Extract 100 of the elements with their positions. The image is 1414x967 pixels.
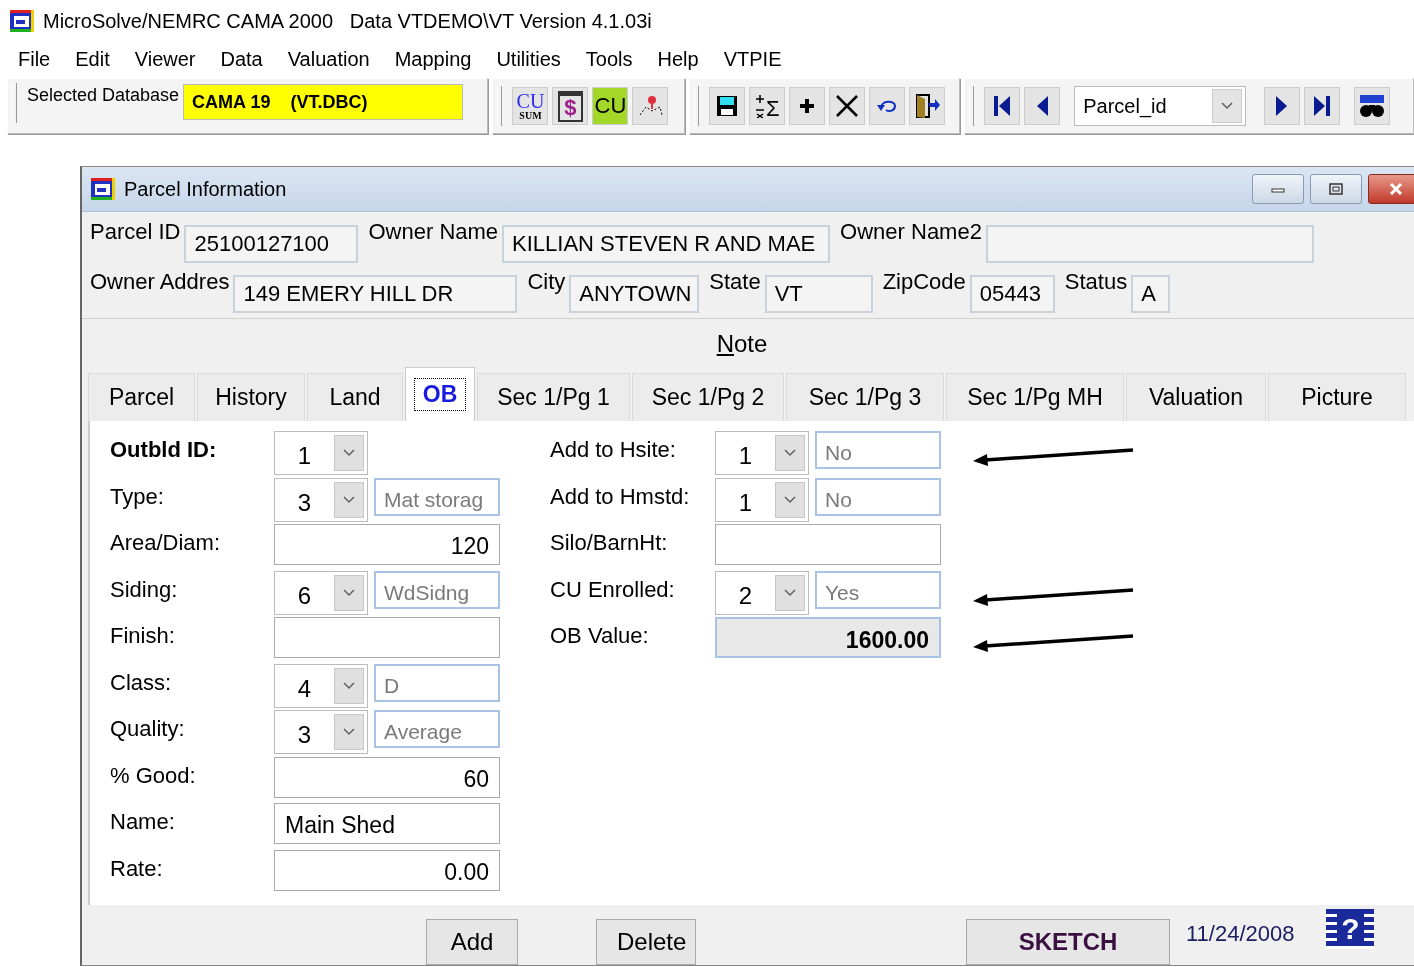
delete-button[interactable]: [828, 87, 865, 125]
chevron-down-icon: [342, 727, 356, 737]
menu-item[interactable]: Data: [220, 47, 263, 71]
chevron-down-icon: [342, 680, 356, 691]
help-button[interactable]: ?: [1326, 909, 1375, 949]
action-button[interactable]: Delete: [596, 919, 696, 965]
field-label: Area/Diam:: [110, 529, 222, 556]
field-label: Class:: [110, 668, 173, 696]
save-button[interactable]: [708, 87, 745, 125]
window-icon: [90, 177, 116, 201]
menu-item[interactable]: Tools: [585, 47, 633, 71]
menu-item[interactable]: Help: [657, 47, 699, 71]
tab[interactable]: Sec 1/Pg 2: [632, 373, 784, 421]
menu-item[interactable]: VTPIE: [723, 47, 782, 71]
text-field[interactable]: VT: [764, 275, 873, 313]
action-button[interactable]: Add: [426, 919, 518, 965]
dropdown-field[interactable]: 1: [715, 477, 809, 522]
field-label: Owner Name2: [840, 218, 982, 246]
dropdown-field[interactable]: 4: [274, 663, 368, 708]
database-label: Selected Database: [27, 85, 180, 106]
field-label: City: [527, 268, 566, 296]
cu-sum-button[interactable]: CU SUM: [512, 87, 549, 125]
undo-button[interactable]: [868, 87, 905, 125]
menu-item[interactable]: Edit: [75, 47, 110, 71]
menu-item[interactable]: Mapping: [394, 47, 472, 71]
text-field[interactable]: 149 EMERY HILL DR: [233, 275, 518, 313]
dropdown-field[interactable]: 1: [274, 431, 368, 475]
text-field[interactable]: 120: [274, 524, 500, 565]
text-field[interactable]: 25100127100: [184, 225, 359, 263]
dropdown-field[interactable]: 2: [715, 570, 809, 615]
sort-field-dropdown[interactable]: Parcel_id: [1074, 86, 1247, 126]
field-label: Quality:: [110, 715, 186, 742]
tab[interactable]: Picture: [1268, 373, 1406, 421]
dropdown-field[interactable]: 3: [274, 477, 368, 522]
description-field: WdSidng: [374, 570, 500, 609]
sum-button[interactable]: Σ: [748, 87, 785, 125]
map-button[interactable]: [632, 87, 669, 125]
note-button[interactable]: Note: [716, 330, 768, 358]
field-label: Owner Addres: [90, 268, 230, 296]
date-label: 11/24/2008: [1186, 921, 1295, 947]
field-label: Owner Name: [368, 218, 499, 246]
text-field[interactable]: 05443: [969, 275, 1055, 313]
tab[interactable]: Sec 1/Pg MH: [946, 373, 1124, 421]
text-field[interactable]: 0.00: [274, 849, 500, 891]
tab[interactable]: OB: [405, 367, 475, 421]
menu-item[interactable]: Viewer: [134, 47, 196, 71]
dropdown-field[interactable]: 1: [715, 431, 809, 475]
cu-button[interactable]: CU: [592, 87, 629, 125]
first-record-button[interactable]: [984, 87, 1021, 125]
dropdown-field[interactable]: 3: [274, 710, 368, 754]
text-field[interactable]: [985, 225, 1314, 263]
text-field[interactable]: KILLIAN STEVEN R AND MAE: [502, 225, 831, 263]
text-field[interactable]: ANYTOWN: [569, 275, 700, 313]
value-field: 1600.00: [715, 617, 941, 658]
menu-item[interactable]: Utilities: [496, 47, 561, 71]
text-field[interactable]: [715, 524, 941, 565]
description-field: Yes: [815, 570, 941, 609]
description-field: Mat storag: [374, 477, 500, 516]
text-field[interactable]: A: [1131, 275, 1171, 313]
sketch-button[interactable]: SKETCH: [966, 919, 1170, 965]
menu-item[interactable]: Valuation: [287, 47, 370, 71]
next-record-button[interactable]: [1264, 87, 1301, 125]
cross-icon: [833, 93, 860, 119]
chevron-down-icon: [783, 494, 797, 505]
field-label: Parcel ID: [90, 218, 181, 246]
chevron-down-icon: [342, 448, 356, 458]
tab[interactable]: Sec 1/Pg 3: [786, 373, 944, 421]
tab[interactable]: Valuation: [1126, 373, 1266, 421]
field-label: State: [709, 268, 761, 296]
text-field[interactable]: 60: [274, 756, 500, 798]
find-button[interactable]: [1354, 87, 1391, 125]
tab[interactable]: Parcel: [88, 373, 195, 421]
description-field: Average: [374, 710, 500, 748]
minimize-button[interactable]: [1252, 174, 1304, 204]
dollar-button[interactable]: $: [552, 87, 589, 125]
restore-button[interactable]: [1310, 174, 1362, 204]
app-icon: [9, 9, 35, 33]
text-field[interactable]: [274, 617, 500, 658]
chevron-down-icon: [342, 494, 356, 505]
exit-button[interactable]: [908, 87, 945, 125]
field-label: Status: [1064, 268, 1128, 296]
description-field: No: [815, 477, 941, 516]
menu-item[interactable]: File: [18, 47, 51, 71]
field-label: Rate:: [110, 854, 164, 882]
chevron-down-icon: [342, 587, 356, 598]
field-label: Outbld ID:: [110, 436, 218, 463]
description-field: D: [374, 663, 500, 702]
chevron-down-icon: [1220, 101, 1235, 111]
add-button[interactable]: [788, 87, 825, 125]
dropdown-field[interactable]: 6: [274, 570, 368, 615]
text-field[interactable]: Main Shed: [274, 803, 500, 844]
field-label: Silo/BarnHt:: [550, 529, 669, 556]
last-record-button[interactable]: [1304, 87, 1341, 125]
field-label: OB Value:: [550, 622, 650, 649]
tab[interactable]: Sec 1/Pg 1: [477, 373, 630, 421]
previous-record-button[interactable]: [1024, 87, 1061, 125]
app-title: MicroSolve/NEMRC CAMA 2000 Data VTDEMO\VT Version 4.1.03i: [43, 9, 652, 33]
tab[interactable]: Land: [307, 373, 403, 421]
tab[interactable]: History: [197, 373, 305, 421]
close-button[interactable]: [1368, 174, 1414, 204]
